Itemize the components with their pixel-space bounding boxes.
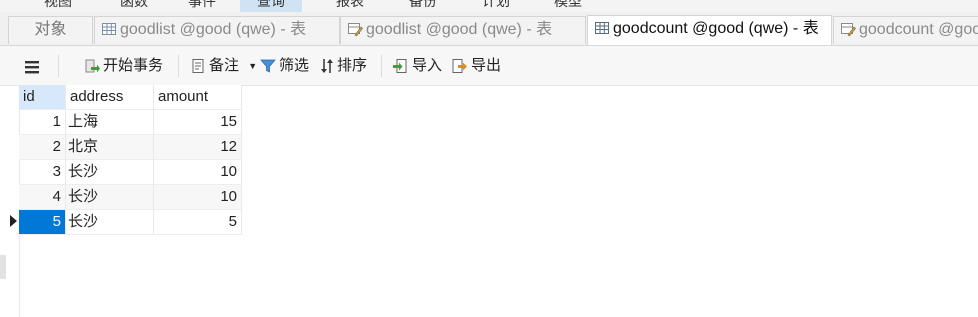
import-icon bbox=[393, 57, 412, 74]
menu-schedule[interactable]: 计划 bbox=[466, 0, 526, 12]
menu-functions[interactable]: 函数 bbox=[104, 0, 164, 12]
export-icon bbox=[452, 57, 471, 74]
tab-objects[interactable]: 对象 bbox=[8, 16, 93, 44]
cell-address[interactable]: 长沙 bbox=[66, 160, 154, 185]
menu-model[interactable]: 模型 bbox=[538, 0, 598, 12]
row-gutter bbox=[6, 85, 20, 317]
cell-id[interactable]: 2 bbox=[19, 135, 66, 160]
toolbar-divider bbox=[58, 55, 59, 77]
filter-label: 筛选 bbox=[279, 57, 310, 74]
left-scroll-edge[interactable] bbox=[0, 255, 6, 279]
cell-id[interactable]: 4 bbox=[19, 185, 66, 210]
hamburger-icon bbox=[24, 58, 43, 75]
table-design-icon bbox=[347, 20, 363, 44]
tab-goodcount-design[interactable]: goodcount @good bbox=[833, 16, 978, 44]
cell-id[interactable]: 3 bbox=[19, 160, 66, 185]
sort-label: 排序 bbox=[337, 57, 368, 74]
tab-bar: 对象 goodlist @good (qwe) - 表 goodlist @go… bbox=[0, 12, 978, 46]
column-header-address[interactable]: address bbox=[66, 85, 154, 110]
cell-address[interactable]: 长沙 bbox=[66, 185, 154, 210]
memo-label: 备注 bbox=[209, 57, 240, 74]
memo-button[interactable]: 备注 ▼ bbox=[190, 55, 257, 77]
menu-events[interactable]: 事件 bbox=[172, 0, 232, 12]
toolbar-divider bbox=[381, 55, 382, 77]
menu-reports[interactable]: 报表 bbox=[320, 0, 380, 12]
cell-id[interactable]: 1 bbox=[19, 110, 66, 135]
menu-bar: 视图 函数 事件 查询 报表 备份 计划 模型 bbox=[0, 0, 978, 12]
column-header-amount[interactable]: amount bbox=[154, 85, 242, 110]
cell-amount[interactable]: 15 bbox=[154, 110, 242, 135]
export-label: 导出 bbox=[471, 57, 502, 74]
transaction-icon bbox=[84, 57, 103, 74]
memo-icon bbox=[190, 57, 209, 74]
tab-label: goodlist @good (qwe) - 表 bbox=[120, 21, 307, 38]
cell-amount[interactable]: 12 bbox=[154, 135, 242, 160]
sort-icon bbox=[320, 57, 337, 74]
cell-id-selected[interactable]: 5 bbox=[19, 210, 66, 235]
table-icon bbox=[594, 19, 610, 45]
cell-address[interactable]: 北京 bbox=[66, 135, 154, 160]
hamburger-menu-button[interactable] bbox=[24, 56, 43, 78]
tab-goodcount-data[interactable]: goodcount @good (qwe) - 表 bbox=[587, 15, 832, 45]
menu-backup[interactable]: 备份 bbox=[393, 0, 453, 12]
tab-goodlist-design[interactable]: goodlist @good (qwe) - 表 bbox=[340, 16, 586, 44]
tab-label: goodcount @good bbox=[859, 21, 978, 38]
menu-queries[interactable]: 查询 bbox=[240, 0, 302, 12]
tab-goodlist-data[interactable]: goodlist @good (qwe) - 表 bbox=[94, 16, 340, 44]
table-icon bbox=[101, 20, 117, 44]
begin-transaction-button[interactable]: 开始事务 bbox=[84, 55, 163, 77]
cell-address[interactable]: 长沙 bbox=[66, 210, 154, 235]
filter-button[interactable]: 筛选 bbox=[260, 55, 309, 77]
cell-amount[interactable]: 10 bbox=[154, 160, 242, 185]
tab-label: goodcount @good (qwe) - 表 bbox=[613, 20, 819, 37]
column-header-id[interactable]: id bbox=[19, 85, 66, 110]
cell-amount[interactable]: 5 bbox=[154, 210, 242, 235]
current-row-arrow-icon bbox=[10, 214, 17, 230]
sort-button[interactable]: 排序 bbox=[320, 55, 367, 77]
toolbar: 开始事务 备注 ▼ 筛选 排序 导入 导出 bbox=[0, 46, 978, 86]
export-button[interactable]: 导出 bbox=[452, 55, 501, 77]
menu-view[interactable]: 视图 bbox=[28, 0, 88, 12]
tab-label: 对象 bbox=[34, 21, 67, 38]
cell-amount[interactable]: 10 bbox=[154, 185, 242, 210]
filter-icon bbox=[260, 57, 279, 74]
dropdown-arrow-icon[interactable]: ▼ bbox=[248, 61, 257, 71]
tab-label: goodlist @good (qwe) - 表 bbox=[366, 21, 553, 38]
import-button[interactable]: 导入 bbox=[393, 55, 442, 77]
import-label: 导入 bbox=[412, 57, 443, 74]
table-design-icon bbox=[840, 20, 856, 44]
begin-transaction-label: 开始事务 bbox=[103, 57, 164, 74]
toolbar-divider bbox=[178, 55, 179, 77]
cell-address[interactable]: 上海 bbox=[66, 110, 154, 135]
